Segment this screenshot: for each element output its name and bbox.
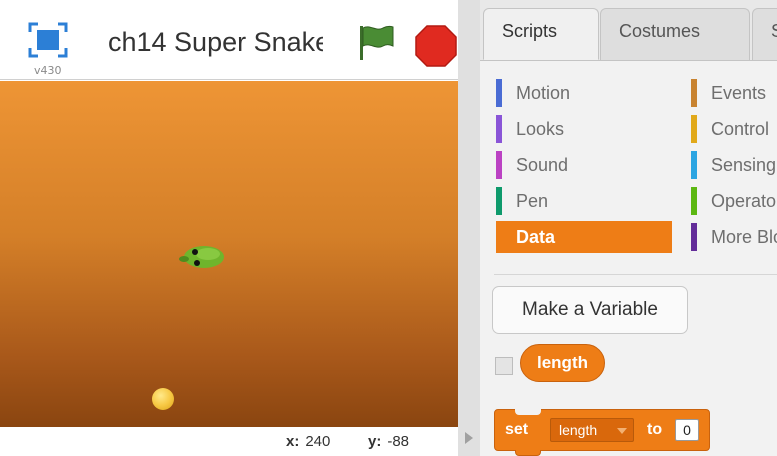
block-palette: Motion Looks Sound Pen Data Events Contr… [480,60,777,456]
block-notch [515,409,541,415]
palette-divider [494,274,777,275]
category-motion[interactable]: Motion [496,77,672,109]
category-color-swatch [691,115,697,143]
project-title[interactable]: ch14 Super Snake [108,22,323,62]
category-sound[interactable]: Sound [496,149,672,181]
variable-show-checkbox[interactable] [495,357,513,375]
dropdown-arrow-icon [617,428,627,434]
stop-sign-icon[interactable] [414,24,458,68]
pane-splitter[interactable] [458,0,480,456]
presentation-mode-icon[interactable] [28,22,68,58]
blocks-panel: Costumes Sounds Scripts Motion Looks Sou… [480,0,777,456]
stage-header: v430 ch14 Super Snake [0,0,470,80]
tab-costumes[interactable]: Costumes [600,8,750,60]
variable-dropdown[interactable]: length [550,418,634,442]
category-more-blocks[interactable]: More Blocks [691,221,777,253]
stage-canvas[interactable] [0,81,470,427]
block-bump [515,450,541,456]
category-sensing[interactable]: Sensing [691,149,777,181]
category-color-swatch [691,223,697,251]
category-events[interactable]: Events [691,77,777,109]
mouse-x-readout: x: 240 [286,433,331,450]
category-color-swatch [691,151,697,179]
tab-sounds[interactable]: Sounds [752,8,777,60]
category-pen[interactable]: Pen [496,185,672,217]
category-control[interactable]: Control [691,113,777,145]
green-flag-icon[interactable] [356,22,396,64]
category-color-swatch [496,187,502,215]
category-color-swatch [496,151,502,179]
collapse-arrow-icon[interactable] [465,432,473,444]
category-color-swatch [496,115,502,143]
tab-scripts[interactable]: Scripts [483,8,599,60]
to-label: to [647,421,663,438]
set-block-label: set [505,421,529,438]
category-looks[interactable]: Looks [496,113,672,145]
category-operators[interactable]: Operators [691,185,777,217]
variable-reporter-length[interactable]: length [520,344,605,382]
set-value-input[interactable]: 0 [675,419,699,441]
mouse-y-readout: y: -88 [368,433,410,450]
stage-status-bar: x: 240 y: -88 [0,427,470,456]
category-data[interactable]: Data [496,221,672,253]
apple-sprite[interactable] [152,388,174,410]
make-variable-button[interactable]: Make a Variable [492,286,688,334]
category-color-swatch [691,79,697,107]
set-variable-block[interactable]: set length to 0 [494,409,710,456]
category-color-swatch [691,187,697,215]
version-label: v430 [34,64,62,77]
category-color-swatch [496,79,502,107]
snake-sprite[interactable] [178,243,226,276]
